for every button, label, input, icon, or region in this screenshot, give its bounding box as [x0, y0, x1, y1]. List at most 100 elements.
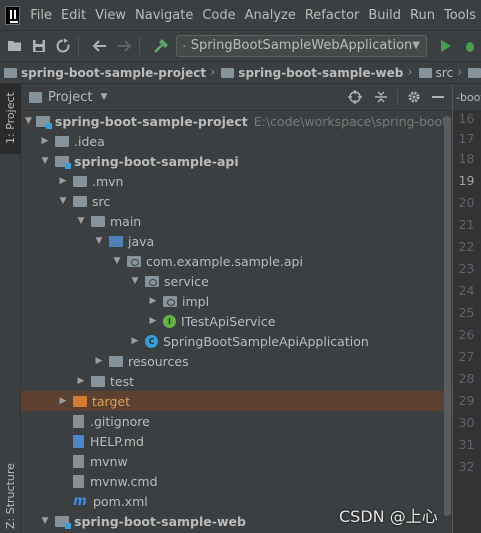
line-number: 18 [458, 151, 475, 166]
tree-node-target[interactable]: ▶ target [21, 391, 452, 411]
menu-view[interactable]: View [91, 8, 130, 23]
tree-node-label: SpringBootSampleApiApplication [163, 333, 369, 349]
forward-arrow-icon[interactable] [115, 37, 133, 55]
excluded-folder-icon [73, 395, 87, 407]
tree-node-label: test [110, 373, 135, 389]
sync-icon[interactable] [54, 37, 72, 55]
line-number: 30 [458, 415, 475, 430]
tree-node-test[interactable]: ▶ test [21, 371, 452, 391]
line-number: 27 [458, 349, 475, 364]
tree-node-main[interactable]: ▼ main [21, 211, 452, 231]
tree-node-label: target [92, 393, 131, 409]
collapsed-arrow-icon[interactable]: ▶ [93, 356, 105, 366]
line-number: 25 [458, 305, 475, 320]
run-icon[interactable] [437, 37, 455, 55]
breadcrumb-item-module[interactable]: spring-boot-sample-web [217, 66, 403, 80]
project-panel-header: Project ▼ [21, 84, 452, 111]
folder-icon [221, 67, 235, 78]
folder-icon [468, 67, 481, 78]
line-number: 23 [458, 261, 475, 276]
collapsed-arrow-icon[interactable]: ▶ [129, 336, 141, 346]
text-file-icon [73, 414, 84, 428]
tree-node-label: mvnw [90, 453, 128, 469]
breadcrumb-item-main[interactable]: main [464, 66, 481, 80]
cmd-file-icon [73, 474, 84, 488]
folder-icon [55, 135, 69, 147]
menu-run[interactable]: Run [406, 8, 439, 23]
breadcrumb-item-src[interactable]: src [415, 66, 453, 80]
menu-code[interactable]: Code [198, 8, 239, 23]
line-number: 22 [458, 239, 475, 254]
tree-node-itestapiservice[interactable]: ▶ I ITestApiService [21, 311, 452, 331]
hide-panel-icon[interactable] [430, 89, 446, 105]
collapsed-arrow-icon[interactable]: ▶ [75, 376, 87, 386]
tree-scrollbar[interactable] [444, 116, 451, 516]
menu-navigate[interactable]: Navigate [131, 8, 197, 23]
module-folder-icon [55, 155, 71, 169]
tree-node-label: spring-boot-sample-web [74, 513, 246, 529]
menu-file[interactable]: File [26, 8, 56, 23]
line-number: 26 [458, 327, 475, 342]
back-arrow-icon[interactable] [91, 37, 109, 55]
tree-node-idea[interactable]: ▶ .idea [21, 131, 452, 151]
menu-tools[interactable]: Tools [440, 8, 480, 23]
tab-structure[interactable]: Z: Structure [0, 463, 21, 533]
tree-node-sample-api[interactable]: ▼ spring-boot-sample-api [21, 151, 452, 171]
menu-edit[interactable]: Edit [57, 8, 90, 23]
collapsed-arrow-icon[interactable]: ▶ [147, 296, 159, 306]
intellij-logo-icon [5, 5, 21, 25]
tab-project[interactable]: 1: Project [0, 84, 21, 154]
collapsed-arrow-icon[interactable]: ▶ [147, 316, 159, 326]
tree-node-mvnw[interactable]: mvnw [21, 451, 452, 471]
collapsed-arrow-icon[interactable]: ▶ [57, 396, 69, 406]
open-folder-icon[interactable] [6, 37, 24, 55]
gear-icon[interactable] [406, 89, 422, 105]
line-number: 20 [458, 195, 475, 210]
expanded-arrow-icon[interactable]: ▼ [111, 256, 123, 266]
folder-icon [4, 67, 17, 78]
expanded-arrow-icon[interactable]: ▼ [129, 276, 141, 286]
tab-structure-label: Z: Structure [4, 463, 17, 529]
tree-node-gitignore[interactable]: .gitignore [21, 411, 452, 431]
tool-window-strip: 1: Project Z: Structure [0, 84, 21, 533]
run-configuration-select[interactable]: SpringBootSampleWebApplication ▼ [176, 34, 427, 57]
expanded-arrow-icon[interactable]: ▼ [25, 116, 32, 126]
tree-node-service[interactable]: ▼ service [21, 271, 452, 291]
tree-node-impl[interactable]: ▶ impl [21, 291, 452, 311]
breadcrumb-item-project[interactable]: spring-boot-sample-project [0, 66, 206, 80]
expanded-arrow-icon[interactable]: ▼ [39, 516, 51, 526]
tree-node-package[interactable]: ▼ com.example.sample.api [21, 251, 452, 271]
editor-tab-partial[interactable]: -boot [453, 84, 481, 111]
tree-node-mvn[interactable]: ▶ .mvn [21, 171, 452, 191]
collapse-all-icon[interactable] [373, 89, 389, 105]
expanded-arrow-icon[interactable]: ▼ [93, 236, 105, 246]
resources-folder-icon [109, 355, 123, 367]
tree-node-label: .gitignore [90, 413, 150, 429]
tree-node-mvnw-cmd[interactable]: mvnw.cmd [21, 471, 452, 491]
breadcrumb-label: spring-boot-sample-web [238, 65, 404, 80]
editor-gutter: -boot 16 17 18 19 20 21 22 23 24 25 26 2… [452, 84, 481, 533]
collapsed-arrow-icon[interactable]: ▶ [57, 176, 69, 186]
tree-node-label: java [128, 233, 155, 249]
tree-node-src[interactable]: ▼ src [21, 191, 452, 211]
expanded-arrow-icon[interactable]: ▼ [39, 156, 51, 166]
expanded-arrow-icon[interactable]: ▼ [57, 196, 69, 206]
panel-title[interactable]: Project [48, 90, 92, 105]
save-icon[interactable] [30, 37, 48, 55]
menu-refactor[interactable]: Refactor [301, 8, 364, 23]
collapsed-arrow-icon[interactable]: ▶ [39, 136, 51, 146]
tree-node-project-root[interactable]: ▼ spring-boot-sample-project E:\code\wor… [21, 111, 452, 131]
build-hammer-icon[interactable] [152, 37, 170, 55]
tree-node-java[interactable]: ▼ java [21, 231, 452, 251]
expanded-arrow-icon[interactable]: ▼ [75, 216, 87, 226]
line-number-current: 19 [458, 173, 475, 188]
locate-target-icon[interactable] [347, 89, 363, 105]
menu-analyze[interactable]: Analyze [241, 8, 300, 23]
chevron-down-icon[interactable]: ▼ [100, 92, 107, 102]
tree-node-application-class[interactable]: ▶ C SpringBootSampleApiApplication [21, 331, 452, 351]
tree-node-help-md[interactable]: HELP.md [21, 431, 452, 451]
package-icon [145, 275, 159, 287]
menu-build[interactable]: Build [364, 8, 405, 23]
debug-icon[interactable] [461, 37, 479, 55]
tree-node-resources[interactable]: ▶ resources [21, 351, 452, 371]
